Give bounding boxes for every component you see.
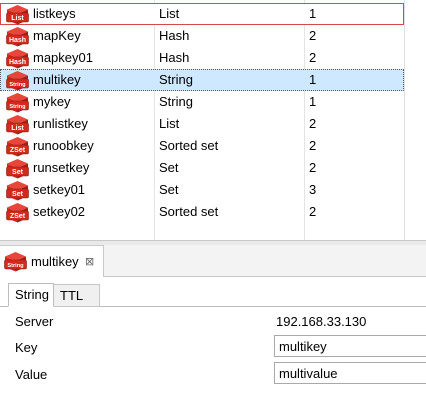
tab-string[interactable]: String <box>8 283 54 307</box>
key-name-cell: mapkey01 <box>33 50 93 65</box>
key-name-cell: listkeys <box>33 6 76 21</box>
key-count-cell: 2 <box>309 116 317 131</box>
key-type-cell: Set <box>159 182 179 197</box>
key-count-cell: 2 <box>309 138 317 153</box>
key-label: Key <box>15 340 38 355</box>
key-field[interactable] <box>274 335 426 357</box>
key-type-cell: String <box>159 94 193 109</box>
key-name-cell: runoobkey <box>33 138 94 153</box>
svg-text:Set: Set <box>12 191 24 198</box>
svg-text:List: List <box>11 15 24 22</box>
table-row[interactable]: ZSet runoobkey Sorted set 2 <box>0 135 404 157</box>
key-type-cell: String <box>159 72 193 87</box>
key-type-cell: Set <box>159 160 179 175</box>
table-row[interactable]: Set setkey01 Set 3 <box>0 179 404 201</box>
table-row[interactable]: Hash mapKey Hash 2 <box>0 25 404 47</box>
value-field[interactable] <box>274 362 426 384</box>
redis-cube-icon: String <box>6 71 29 91</box>
table-row[interactable]: Set runsetkey Set 2 <box>0 157 404 179</box>
redis-cube-icon: Hash <box>6 27 29 47</box>
close-icon[interactable]: ⊠ <box>85 246 94 278</box>
svg-text:String: String <box>9 82 26 88</box>
editor-tab-multikey[interactable]: String multikey ⊠ <box>0 245 104 277</box>
key-count-cell: 2 <box>309 50 317 65</box>
key-type-cell: List <box>159 6 180 21</box>
table-right-edge <box>404 0 405 241</box>
server-label: Server <box>15 314 54 329</box>
key-name-cell: multikey <box>33 72 81 87</box>
key-name-cell: runsetkey <box>33 160 90 175</box>
key-name-cell: runlistkey <box>33 116 88 131</box>
redis-cube-icon: Hash <box>6 49 29 69</box>
table-row[interactable]: String mykey String 1 <box>0 91 404 113</box>
key-name-cell: setkey02 <box>33 204 86 219</box>
svg-text:String: String <box>7 263 24 269</box>
svg-text:Hash: Hash <box>9 59 26 66</box>
redis-cube-icon: ZSet <box>6 203 29 223</box>
editor-tab-label: multikey <box>31 254 79 269</box>
key-type-cell: Hash <box>159 28 190 43</box>
redis-cube-icon: String <box>4 252 27 272</box>
detail-subtabs: String TTL <box>0 277 426 307</box>
table-row[interactable]: Hash mapkey01 Hash 2 <box>0 47 404 69</box>
key-count-cell: 1 <box>309 72 317 87</box>
redis-cube-icon: Set <box>6 181 29 201</box>
key-name-cell: mykey <box>33 94 71 109</box>
key-count-cell: 2 <box>309 28 317 43</box>
key-name-cell: mapKey <box>33 28 81 43</box>
tab-ttl[interactable]: TTL <box>54 284 100 307</box>
key-type-cell: Sorted set <box>159 204 219 219</box>
server-value: 192.168.33.130 <box>276 314 367 329</box>
svg-text:ZSet: ZSet <box>10 147 26 154</box>
svg-text:Hash: Hash <box>9 37 26 44</box>
key-type-cell: Sorted set <box>159 138 219 153</box>
value-label: Value <box>15 367 48 382</box>
svg-text:Set: Set <box>12 169 24 176</box>
key-name-cell: setkey01 <box>33 182 86 197</box>
svg-text:ZSet: ZSet <box>10 213 26 220</box>
key-count-cell: 1 <box>309 6 317 21</box>
table-row[interactable]: ZSet setkey02 Sorted set 2 <box>0 201 404 223</box>
table-row[interactable]: List listkeys List 1 <box>0 3 404 25</box>
key-table: List listkeys List 1 Hash mapKey Hash 2 Hash mapk… <box>0 0 426 241</box>
svg-text:List: List <box>11 125 24 132</box>
key-count-cell: 2 <box>309 160 317 175</box>
redis-cube-icon: Set <box>6 159 29 179</box>
redis-cube-icon: List <box>6 115 29 135</box>
key-type-cell: Hash <box>159 50 190 65</box>
key-count-cell: 3 <box>309 182 317 197</box>
key-detail-form: Server 192.168.33.130 Key Value <box>0 307 426 417</box>
key-count-cell: 2 <box>309 204 317 219</box>
editor-tab-bar: String multikey ⊠ <box>0 245 426 277</box>
key-type-cell: List <box>159 116 180 131</box>
redis-cube-icon: ZSet <box>6 137 29 157</box>
redis-cube-icon: String <box>6 93 29 113</box>
table-row[interactable]: String multikey String 1 <box>0 69 404 91</box>
key-count-cell: 1 <box>309 94 317 109</box>
table-row[interactable]: List runlistkey List 2 <box>0 113 404 135</box>
svg-text:String: String <box>9 104 26 110</box>
redis-cube-icon: List <box>6 5 29 25</box>
